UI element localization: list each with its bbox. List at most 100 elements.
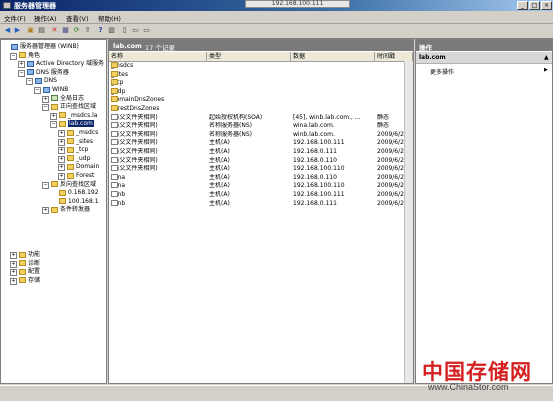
tree-item[interactable]: 条件转发器	[51, 206, 90, 214]
tree-expander[interactable]: −	[34, 87, 41, 94]
tree-item[interactable]: _msdcs	[67, 129, 98, 137]
up-folder-icon[interactable]: ▣	[26, 26, 35, 35]
tree-expander[interactable]: −	[42, 104, 49, 112]
tree-item[interactable]: Domain	[67, 163, 99, 171]
tree-expander[interactable]: +	[42, 95, 49, 103]
tree-expander[interactable]: +	[50, 112, 57, 120]
record-row[interactable]: (与父文件夹相同) 主机(A) 192.168.0.111 2009/6/21	[109, 148, 409, 156]
record-row[interactable]: winb 主机(A) 192.168.0.111 2009/6/21	[109, 199, 409, 208]
record-row[interactable]: wina 主机(A) 192.168.100.110 2009/6/21	[109, 182, 409, 190]
tree-item[interactable]: 配置	[19, 268, 40, 276]
forward-icon[interactable]: ▶	[13, 26, 22, 35]
maximize-button[interactable]: □	[529, 1, 540, 10]
details-pane[interactable]: lab.com 17 个记录 名称 类型 数据 时间戳 _msdcs _sites…	[108, 39, 414, 384]
record-row[interactable]: (与父文件夹相同) 主机(A) 192.168.0.110 2009/6/21	[109, 156, 409, 165]
tree-expander[interactable]: +	[42, 207, 49, 215]
record-row[interactable]: ForestDnsZones	[109, 105, 409, 113]
record-row[interactable]: winb 主机(A) 192.168.100.111 2009/6/21	[109, 191, 409, 199]
record-row[interactable]: _msdcs	[109, 62, 409, 70]
more-actions-link[interactable]: 更多操作	[430, 67, 454, 76]
tree-item[interactable]: 服务器管理器 (WINB)	[11, 43, 79, 51]
menu-action[interactable]: 操作(A)	[34, 13, 57, 23]
tree-item[interactable]: 功能	[19, 251, 40, 259]
vertical-scrollbar[interactable]	[404, 61, 413, 383]
tree-item[interactable]: _sites	[67, 138, 93, 146]
tree-expander[interactable]: +	[58, 173, 65, 180]
new-alias-icon[interactable]: ▭	[142, 26, 151, 35]
tree-item[interactable]: WINB	[43, 86, 68, 94]
column-timestamp[interactable]: 时间戳	[375, 52, 413, 61]
tree-item[interactable]: DNS 服务器	[27, 69, 69, 77]
new-host-icon[interactable]: ▭	[131, 26, 140, 35]
show-tree-icon[interactable]: ▤	[37, 26, 46, 35]
help-icon[interactable]: ?	[96, 26, 105, 35]
record-row[interactable]: (与父文件夹相同) 名称服务器(NS) wina.lab.com. 静态	[109, 122, 409, 130]
tree-item[interactable]: Active Directory 域服务	[27, 60, 104, 68]
menu-help[interactable]: 帮助(H)	[98, 13, 121, 23]
tree-item[interactable]: lab.com	[59, 120, 94, 128]
tree-item[interactable]: _tcp	[67, 146, 88, 154]
record-icon	[111, 156, 118, 163]
tree-expander[interactable]: +	[10, 252, 17, 259]
delete-icon[interactable]: ✕	[50, 26, 59, 35]
record-row[interactable]: (与父文件夹相同) 主机(A) 192.168.100.111 2009/6/21	[109, 139, 409, 147]
menu-view[interactable]: 查看(V)	[66, 13, 89, 23]
tree-item[interactable]: 诊断	[19, 260, 40, 268]
tree-item[interactable]: DNS	[35, 77, 57, 85]
folder-icon	[19, 52, 26, 59]
tree-expander[interactable]: +	[10, 260, 17, 268]
properties-icon[interactable]: ▦	[61, 26, 70, 35]
column-type[interactable]: 类型	[207, 52, 291, 61]
tree-item[interactable]: 全局日志	[51, 95, 84, 103]
tree-expander[interactable]: +	[18, 61, 25, 69]
tree-item[interactable]: 角色	[19, 52, 40, 60]
tree-expander[interactable]: +	[58, 138, 65, 146]
close-button[interactable]: ×	[541, 1, 552, 10]
folder-icon	[67, 129, 74, 136]
tree-expander[interactable]: +	[10, 277, 17, 285]
tree-item[interactable]: _udp	[67, 155, 90, 163]
title-bar[interactable]: 服务器管理器 192.168.100.111 _ □ ×	[0, 0, 553, 11]
column-name[interactable]: 名称	[109, 52, 207, 61]
tree-expander[interactable]: +	[58, 130, 65, 137]
record-row[interactable]: (与父文件夹相同) 主机(A) 192.168.100.110 2009/6/21	[109, 165, 409, 173]
actions-section[interactable]: lab.com ▲	[416, 52, 552, 64]
tree-expander[interactable]: −	[42, 181, 49, 189]
record-row[interactable]: _udp	[109, 87, 409, 96]
record-row[interactable]: _sites	[109, 70, 409, 79]
record-row[interactable]: DomainDnsZones	[109, 96, 409, 104]
record-row[interactable]: (与父文件夹相同) 起始授权机构(SOA) [45], winb.lab.com.,…	[109, 113, 409, 122]
console-tree[interactable]: 服务器管理器 (WINB) − 角色 + Active Directory 域服务 − DN…	[0, 39, 107, 384]
tree-item[interactable]: _msdcs.la	[59, 112, 97, 120]
tree-item-label: WINB	[52, 86, 69, 93]
tree-expander[interactable]: −	[50, 121, 57, 129]
tree-expander[interactable]: +	[58, 164, 65, 172]
record-row[interactable]: (与父文件夹相同) 名称服务器(NS) winb.lab.com. 2009/6/21	[109, 130, 409, 139]
record-row[interactable]: wina 主机(A) 192.168.0.110 2009/6/21	[109, 173, 409, 182]
tree-item[interactable]: 0.168.192	[59, 189, 99, 197]
column-data[interactable]: 数据	[291, 52, 375, 61]
tree-expander[interactable]: +	[58, 147, 65, 155]
minimize-button[interactable]: _	[517, 1, 528, 10]
collapse-arrow-icon[interactable]: ▲	[544, 54, 549, 61]
record-icon[interactable]: ▯	[120, 26, 129, 35]
tree-item[interactable]: 反向查找区域	[51, 181, 96, 189]
tree-expander[interactable]: −	[26, 78, 33, 86]
record-row[interactable]: _tcp	[109, 79, 409, 87]
tree-expander[interactable]: +	[10, 269, 17, 277]
tree-item[interactable]: 100.168.1	[59, 198, 99, 206]
tree-expander[interactable]: −	[18, 69, 25, 77]
tree-expander[interactable]: +	[58, 155, 65, 163]
tree-item[interactable]: 存储	[19, 277, 40, 285]
record-name: (与父文件夹相同)	[111, 139, 207, 147]
back-icon[interactable]: ◀	[3, 26, 12, 35]
tree-item[interactable]: 正向查找区域	[51, 103, 96, 111]
view-icon[interactable]: ▥	[107, 26, 116, 35]
export-icon[interactable]: ⇪	[83, 26, 92, 35]
menu-file[interactable]: 文件(F)	[4, 13, 26, 23]
tree-item[interactable]: Forest	[67, 172, 94, 180]
record-name: _sites	[111, 70, 207, 79]
refresh-icon[interactable]: ⟳	[72, 26, 81, 35]
tree-expander[interactable]: −	[10, 52, 17, 60]
folder-icon	[67, 172, 74, 179]
